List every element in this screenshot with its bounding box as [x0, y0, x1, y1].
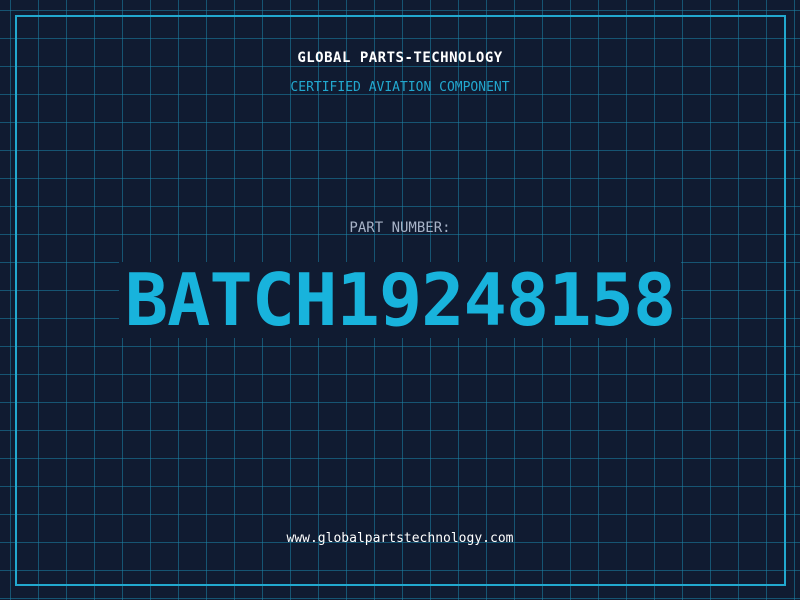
- part-number-value: BATCH19248158: [118, 262, 682, 338]
- brand-name: GLOBAL PARTS-TECHNOLOGY: [297, 50, 503, 66]
- website-url: www.globalpartstechnology.com: [286, 531, 514, 546]
- part-number-container: BATCH19248158: [0, 262, 800, 338]
- part-number-label: PART NUMBER:: [349, 220, 451, 236]
- certification-tagline: CERTIFIED AVIATION COMPONENT: [290, 80, 510, 95]
